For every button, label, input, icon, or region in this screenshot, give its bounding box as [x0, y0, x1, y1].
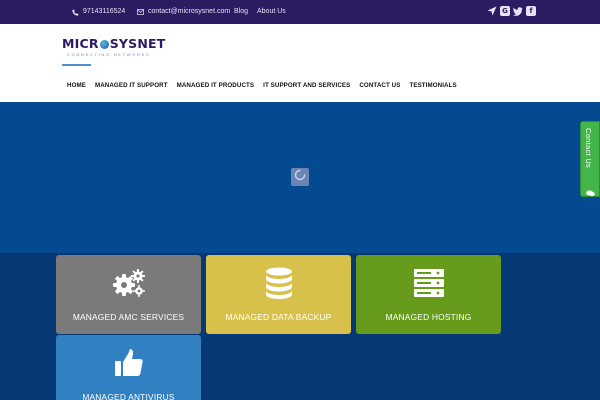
service-tile-antivirus[interactable]: MANAGED ANTIVIRUS	[56, 335, 201, 400]
database-icon	[265, 267, 293, 299]
service-tile-amc[interactable]: MANAGED AMC SERVICES	[56, 255, 201, 334]
service-label: MANAGED ANTIVIRUS	[82, 392, 175, 400]
gears-icon	[111, 267, 147, 299]
server-icon	[413, 267, 444, 299]
logo-wordmark: MICR SYSNET	[62, 36, 166, 51]
thumbs-up-icon	[114, 347, 144, 379]
spinner-icon	[294, 168, 306, 186]
service-label: MANAGED HOSTING	[385, 312, 472, 322]
google-plus-icon[interactable]: G	[500, 6, 510, 16]
phone-contact[interactable]: 97143116524	[72, 7, 125, 17]
main-nav: HOME MANAGED IT SUPPORT MANAGED IT PRODU…	[67, 82, 457, 89]
about-us-link[interactable]: About Us	[257, 7, 286, 17]
loading-spinner	[291, 168, 309, 186]
contact-tab-label: Contact Us	[584, 128, 593, 169]
service-tile-hosting[interactable]: MANAGED HOSTING	[356, 255, 501, 334]
location-arrow-icon[interactable]	[487, 6, 497, 16]
nav-testimonials[interactable]: TESTIMONIALS	[409, 82, 456, 89]
nav-home[interactable]: HOME	[67, 82, 86, 89]
contact-us-tab[interactable]: Contact Us	[580, 121, 600, 197]
envelope-icon	[137, 9, 144, 15]
email-contact[interactable]: contact@microsysnet.com	[137, 7, 230, 17]
service-tile-data-backup[interactable]: MANAGED DATA BACKUP	[206, 255, 351, 334]
nav-contact-us[interactable]: CONTACT US	[359, 82, 400, 89]
nav-managed-it-products[interactable]: MANAGED IT PRODUCTS	[177, 82, 255, 89]
nav-it-support-and-services[interactable]: IT SUPPORT AND SERVICES	[263, 82, 350, 89]
top-bar: 97143116524 contact@microsysnet.com Blog…	[0, 0, 600, 24]
twitter-icon[interactable]	[513, 6, 523, 16]
service-label: MANAGED DATA BACKUP	[225, 312, 332, 322]
service-label: MANAGED AMC SERVICES	[72, 312, 185, 322]
social-links: G f	[487, 6, 536, 16]
chat-icon	[586, 184, 595, 202]
logo-divider	[62, 64, 91, 66]
globe-icon	[99, 39, 109, 49]
nav-managed-it-support[interactable]: MANAGED IT SUPPORT	[95, 82, 168, 89]
logo[interactable]: MICR SYSNET CONNECTING NETWORKS	[62, 36, 166, 58]
facebook-icon[interactable]: f	[526, 6, 536, 16]
site-header: MICR SYSNET CONNECTING NETWORKS HOME MAN…	[0, 24, 600, 102]
email-address: contact@microsysnet.com	[148, 8, 231, 15]
logo-tagline: CONNECTING NETWORKS	[67, 52, 151, 57]
hero-slider	[0, 102, 600, 253]
services-section: MANAGED AMC SERVICES MANAGED DATA BACKUP	[0, 253, 600, 400]
phone-number: 97143116524	[83, 8, 126, 15]
blog-link[interactable]: Blog	[234, 7, 248, 17]
phone-icon	[72, 8, 79, 16]
